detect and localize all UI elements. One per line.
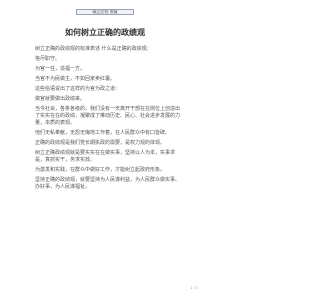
header-banner: 精品文档 收藏 <box>76 9 134 15</box>
document-page: 精品文档 收藏 如何树立正确的政绩观 树立正确的政绩观的标准表述 什么是正确的政… <box>0 0 210 297</box>
paragraph: 为官一任，造福一方。 <box>35 66 86 72</box>
paragraph: 他们无私奉献，无怨无悔地工作着，在人民群众中有口皆碑。 <box>35 130 171 136</box>
document-title: 如何树立正确的政绩观 <box>65 27 145 37</box>
paragraph: 为激发和实践，在群众中做好工作，才能树立起政府形象。 <box>35 167 166 173</box>
paragraph: 正确的政绩观是我们党长期执政的需要，是权力观的体现。 <box>35 140 166 146</box>
paragraph: 当今社会，各条各级的，我们没有一天离开干部在在岗位上创造出了实实在在的政绩，凝聚… <box>35 106 181 126</box>
document-body: 树立正确的政绩观的标准表述 什么是正确的政绩观： 恪尽职守。 为官一任，造福一方… <box>35 46 183 194</box>
paragraph: 树立正确的政绩观的标准表述 什么是正确的政绩观： <box>35 46 152 52</box>
paragraph: 坚持正确的政绩观，就要坚持为人民谋利益，为人民群众做实事、办好事，为人民谋福祉。 <box>35 177 181 190</box>
paragraph: 这些俗语说出了这样的为官为政之道： <box>35 86 121 92</box>
paragraph: 做官就要做出政绩来。 <box>35 96 86 102</box>
paragraph: 恪尽职守。 <box>35 56 61 62</box>
paragraph: 当官不为民做主，不如回家卖红薯。 <box>35 76 116 82</box>
paragraph: 树立正确政绩观就是要实实在在做实事，坚持以人为本，实事求是，真抓实干，务求实效。 <box>35 150 176 163</box>
page-number: 1 / 3 <box>190 286 198 290</box>
